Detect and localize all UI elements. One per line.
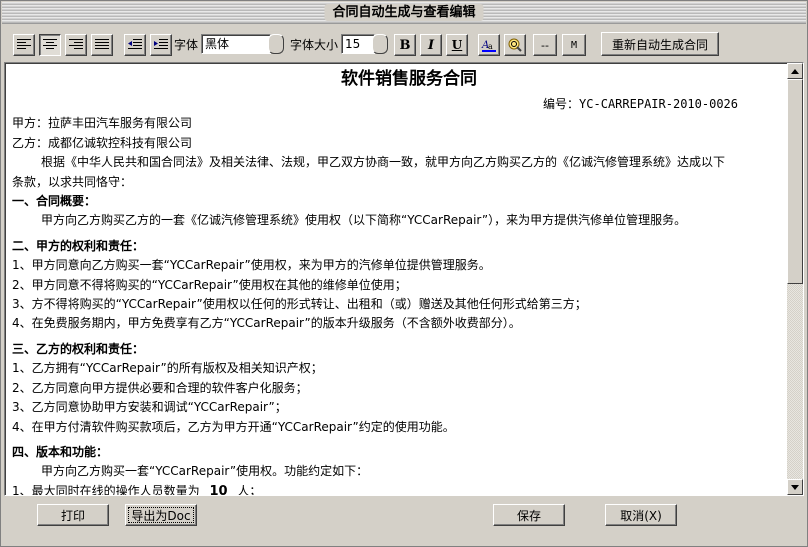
align-justify-icon [95, 39, 109, 49]
intro-paragraph-line-2: 条款，以求共同恪守： [12, 174, 133, 189]
scroll-up-arrow-icon [791, 68, 799, 74]
save-button[interactable]: 保存 [493, 504, 565, 526]
scroll-down-arrow-icon [791, 484, 799, 490]
search-icon [508, 38, 522, 52]
align-right-button[interactable] [65, 34, 87, 56]
font-label: 字体 [174, 38, 199, 52]
formatting-toolbar: 字体 黑体 字体大小 15 B I U A a -- M 重新自动生成合同 [2, 25, 806, 61]
vertical-scrollbar[interactable] [787, 63, 803, 495]
section-2-item: 1、甲方同意向乙方购买一套“YCCarRepair”使用权，来为甲方的汽修单位提… [12, 258, 491, 273]
section-1-paragraph: 甲方向乙方购买乙方的一套《亿诚汽修管理系统》使用权（以下简称“YCCarRepa… [41, 213, 687, 228]
operator-count: 10 [209, 483, 228, 496]
align-left-button[interactable] [13, 34, 35, 56]
section-4-heading: 四、版本和功能： [12, 444, 109, 459]
section-3-item: 3、乙方同意协助甲方安装和调试“YCCarRepair”； [12, 400, 287, 415]
scroll-up-button[interactable] [787, 63, 803, 79]
title-bar[interactable]: 合同自动生成与查看编辑 [2, 2, 806, 24]
intro-paragraph-line-1: 根据《中华人民共和国合同法》及相关法律、法规，甲乙双方协商一致，就甲方向乙方购买… [41, 155, 726, 170]
section-4-item-suffix: 人； [237, 483, 262, 496]
outdent-icon [128, 39, 142, 49]
section-3-item: 1、乙方拥有“YCCarRepair”的所有版权及相关知识产权； [12, 361, 323, 376]
font-size-field[interactable]: 15 [341, 34, 375, 54]
contract-editor-window: 合同自动生成与查看编辑 字体 黑体 字体大小 15 B I U A a -- M… [0, 0, 808, 547]
contract-number: 编号：YC-CARREPAIR-2010-0026 [543, 97, 738, 111]
increase-indent-button[interactable] [150, 34, 172, 56]
bottom-action-bar: 打印 导出为Doc 保存 取消(X) [2, 498, 806, 546]
cancel-button[interactable]: 取消(X) [605, 504, 677, 526]
font-name-picker-button[interactable] [268, 34, 284, 54]
svg-text:a: a [488, 42, 493, 51]
m-button[interactable]: M [562, 34, 586, 56]
section-2-heading: 二、甲方的权利和责任： [12, 238, 145, 253]
section-4-item-prefix: 1、最大同时在线的操作人员数量为 [12, 483, 200, 496]
section-4-item: 1、最大同时在线的操作人员数量为 10 人； [12, 482, 790, 496]
regenerate-contract-button[interactable]: 重新自动生成合同 [601, 32, 719, 56]
print-button[interactable]: 打印 [37, 504, 109, 526]
align-justify-button[interactable] [91, 34, 113, 56]
scroll-down-button[interactable] [787, 479, 803, 495]
section-2-item: 2、甲方同意不得将购买的“YCCarRepair”使用权在其他的维修单位使用； [12, 277, 407, 292]
decrease-indent-button[interactable] [124, 34, 146, 56]
font-size-picker-button[interactable] [372, 34, 388, 54]
font-size-label: 字体大小 [290, 38, 339, 52]
font-name-field[interactable]: 黑体 [201, 34, 271, 54]
contract-editor[interactable]: 软件销售服务合同 编号：YC-CARREPAIR-2010-0026 甲方：拉萨… [4, 62, 804, 496]
section-3-heading: 三、乙方的权利和责任： [12, 341, 145, 356]
section-4-paragraph: 甲方向乙方购买一套“YCCarRepair”使用权。功能约定如下： [41, 464, 369, 479]
underline-button[interactable]: U [446, 34, 468, 56]
text-color-button[interactable]: A a [478, 34, 500, 56]
align-left-icon [17, 39, 31, 49]
section-2-item: 4、在免费服务期内，甲方免费享有乙方“YCCarRepair”的版本升级服务（不… [12, 316, 521, 331]
section-3-item: 2、乙方同意向甲方提供必要和合理的软件客户化服务； [12, 380, 308, 395]
find-replace-button[interactable] [504, 34, 526, 56]
export-doc-button[interactable]: 导出为Doc [125, 504, 197, 526]
text-color-icon: A a [481, 40, 496, 52]
document-content: 软件销售服务合同 编号：YC-CARREPAIR-2010-0026 甲方：拉萨… [12, 63, 790, 496]
align-center-icon [43, 39, 57, 49]
align-center-button[interactable] [39, 34, 61, 56]
section-2-item: 3、方不得将购买的“YCCarRepair”使用权以任何的形式转让、出租和（或）… [12, 297, 587, 312]
section-3-item: 4、在甲方付清软件购买款项后，乙方为甲方开通“YCCarRepair”约定的使用… [12, 419, 455, 434]
horizontal-rule-button[interactable]: -- [533, 34, 557, 56]
section-1-heading: 一、合同概要： [12, 194, 97, 209]
party-b: 乙方：成都亿诚软控科技有限公司 [12, 135, 193, 150]
party-a: 甲方：拉萨丰田汽车服务有限公司 [12, 116, 193, 131]
italic-button[interactable]: I [420, 34, 442, 56]
contract-title: 软件销售服务合同 [341, 69, 477, 89]
align-right-icon [69, 39, 83, 49]
indent-icon [154, 39, 168, 49]
window-title: 合同自动生成与查看编辑 [324, 4, 484, 21]
bold-button[interactable]: B [394, 34, 416, 56]
scrollbar-thumb[interactable] [787, 79, 803, 284]
